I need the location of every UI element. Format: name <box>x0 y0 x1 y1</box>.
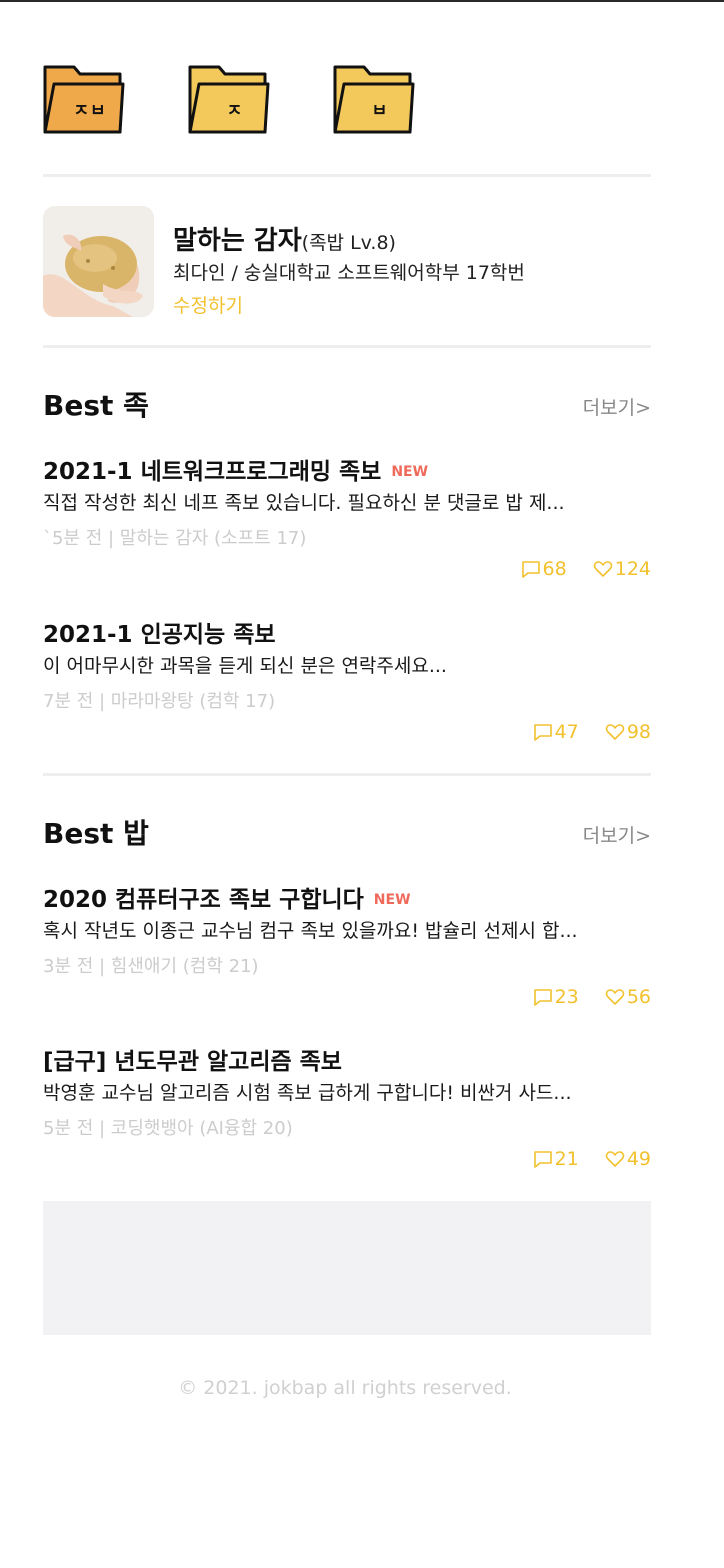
post-title: 2021-1 인공지능 족보 <box>43 615 286 649</box>
post-stats: 68 124 <box>501 558 651 580</box>
post-meta: `5분 전 | 말하는 감자 (소프트 17) <box>43 528 307 549</box>
folder-label: ㅂ <box>371 101 389 121</box>
post-title-text: 2021-1 인공지능 족보 <box>43 622 276 648</box>
profile-card: 말하는 감자(족밥 Lv.8) 최다인 / 숭실대학교 소프트웨어학부 17학번… <box>43 206 651 320</box>
like-count: 49 <box>605 1148 651 1170</box>
folder-b[interactable]: ㅂ <box>332 62 416 138</box>
post-title: 2020 컴퓨터구조 족보 구합니다 NEW <box>43 880 411 914</box>
comment-count: 23 <box>533 986 579 1008</box>
profile-info: 최다인 / 숭실대학교 소프트웨어학부 17학번 <box>173 262 525 284</box>
folder-j[interactable]: ㅈ <box>187 62 271 138</box>
post-preview: 박영훈 교수님 알고리즘 시험 족보 급하게 구합니다! 비싼거 사드... <box>43 1082 572 1104</box>
heart-icon <box>605 989 625 1005</box>
post-title-text: 2020 컴퓨터구조 족보 구합니다 <box>43 887 364 913</box>
profile-nickname: 말하는 감자 <box>173 226 302 256</box>
post-preview: 이 어마무시한 과목을 듣게 되신 분은 연락주세요... <box>43 655 447 677</box>
profile-name: 말하는 감자(족밥 Lv.8) <box>173 220 396 257</box>
folder-label: ㅈㅂ <box>73 101 107 121</box>
heart-icon <box>605 1151 625 1167</box>
section-title-best-bap: Best 밥 <box>43 817 149 850</box>
folder-label: ㅈ <box>226 101 244 121</box>
profile-level: (족밥 Lv.8) <box>301 232 396 254</box>
comment-count: 47 <box>533 721 579 743</box>
like-count: 98 <box>605 721 651 743</box>
more-link-best-jok[interactable]: 더보기> <box>583 393 651 420</box>
divider <box>43 773 651 776</box>
comment-icon <box>521 561 540 578</box>
post-preview: 혹시 작년도 이종근 교수님 컴구 족보 있을까요! 밥슐리 선제시 합... <box>43 920 578 942</box>
comment-icon <box>533 989 552 1006</box>
list-item[interactable]: 2020 컴퓨터구조 족보 구합니다 NEW 혹시 작년도 이종근 교수님 컴구 … <box>43 880 651 1030</box>
banner-placeholder <box>43 1201 651 1335</box>
heart-icon <box>605 724 625 740</box>
edit-profile-link[interactable]: 수정하기 <box>173 291 243 318</box>
list-item[interactable]: [급구] 년도무관 알고리즘 족보 박영훈 교수님 알고리즘 시험 족보 급하게… <box>43 1042 651 1192</box>
more-link-best-bap[interactable]: 더보기> <box>583 821 651 848</box>
new-badge: NEW <box>373 892 411 908</box>
like-count: 124 <box>593 558 651 580</box>
divider <box>43 174 651 177</box>
post-title: [급구] 년도무관 알고리즘 족보 <box>43 1042 352 1076</box>
new-badge: NEW <box>391 464 429 480</box>
post-stats: 21 49 <box>513 1148 651 1170</box>
comment-icon <box>533 1151 552 1168</box>
like-count: 56 <box>605 986 651 1008</box>
avatar[interactable] <box>43 206 154 317</box>
post-stats: 23 56 <box>513 986 651 1008</box>
comment-count: 68 <box>521 558 567 580</box>
post-stats: 47 98 <box>513 721 651 743</box>
post-preview: 직접 작성한 최신 네프 족보 있습니다. 필요하신 분 댓글로 밥 제... <box>43 492 565 514</box>
top-border <box>0 0 724 2</box>
section-title-best-jok: Best 족 <box>43 389 149 422</box>
post-title: 2021-1 네트워크프로그래밍 족보 NEW <box>43 452 428 486</box>
list-item[interactable]: 2021-1 네트워크프로그래밍 족보 NEW 직접 작성한 최신 네프 족보 있… <box>43 452 651 602</box>
list-item[interactable]: 2021-1 인공지능 족보 이 어마무시한 과목을 듣게 되신 분은 연락주세… <box>43 615 651 765</box>
heart-icon <box>593 561 612 577</box>
footer-copyright: © 2021. jokbap all rights reserved. <box>178 1377 512 1399</box>
folder-row: ㅈㅂ ㅈ ㅂ <box>42 62 442 140</box>
post-title-text: [급구] 년도무관 알고리즘 족보 <box>43 1049 342 1075</box>
potato-avatar-icon <box>43 206 154 317</box>
folder-jb[interactable]: ㅈㅂ <box>42 62 126 138</box>
divider <box>43 345 651 348</box>
comment-count: 21 <box>533 1148 579 1170</box>
post-meta: 3분 전 | 힘샌애기 (컴학 21) <box>43 956 259 977</box>
post-meta: 5분 전 | 코딩햇뱅아 (AI융합 20) <box>43 1118 293 1139</box>
post-title-text: 2021-1 네트워크프로그래밍 족보 <box>43 459 382 485</box>
comment-icon <box>533 724 552 741</box>
post-meta: 7분 전 | 마라마왕탕 (컴학 17) <box>43 691 276 712</box>
